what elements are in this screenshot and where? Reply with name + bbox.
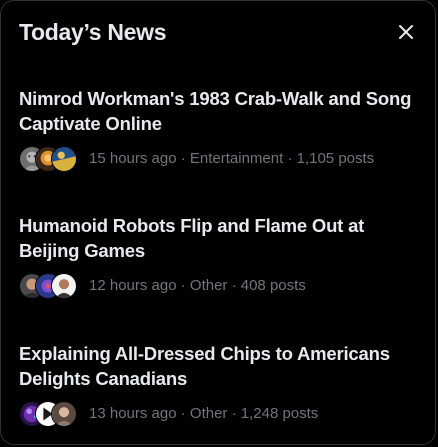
story-meta-text: 13 hours ago · Other · 1,248 posts bbox=[89, 405, 319, 422]
story-meta: 15 hours ago · Entertainment · 1,105 pos… bbox=[19, 145, 419, 173]
news-story[interactable]: Explaining All-Dressed Chips to American… bbox=[19, 341, 419, 428]
story-headline: Nimrod Workman's 1983 Crab-Walk and Song… bbox=[19, 88, 412, 134]
avatar bbox=[51, 401, 77, 427]
close-button[interactable] bbox=[391, 17, 421, 47]
story-meta: 12 hours ago · Other · 408 posts bbox=[19, 272, 419, 300]
avatar bbox=[51, 273, 77, 299]
panel-title: Today’s News bbox=[19, 19, 167, 45]
story-headline: Humanoid Robots Flip and Flame Out at Be… bbox=[19, 215, 365, 261]
avatar-group bbox=[19, 272, 79, 300]
todays-news-panel: Today’s News Nimrod Workman's 1983 Crab-… bbox=[0, 0, 436, 445]
story-meta-text: 12 hours ago · Other · 408 posts bbox=[89, 277, 306, 294]
avatar-group bbox=[19, 145, 79, 173]
panel-header: Today’s News bbox=[19, 17, 417, 47]
news-story[interactable]: Humanoid Robots Flip and Flame Out at Be… bbox=[19, 213, 419, 300]
avatar bbox=[51, 146, 77, 172]
story-meta: 13 hours ago · Other · 1,248 posts bbox=[19, 400, 419, 428]
avatar-group bbox=[19, 400, 79, 428]
close-icon bbox=[399, 25, 413, 39]
story-headline: Explaining All-Dressed Chips to American… bbox=[19, 343, 390, 389]
story-meta-text: 15 hours ago · Entertainment · 1,105 pos… bbox=[89, 150, 375, 167]
news-story[interactable]: Nimrod Workman's 1983 Crab-Walk and Song… bbox=[19, 86, 419, 173]
